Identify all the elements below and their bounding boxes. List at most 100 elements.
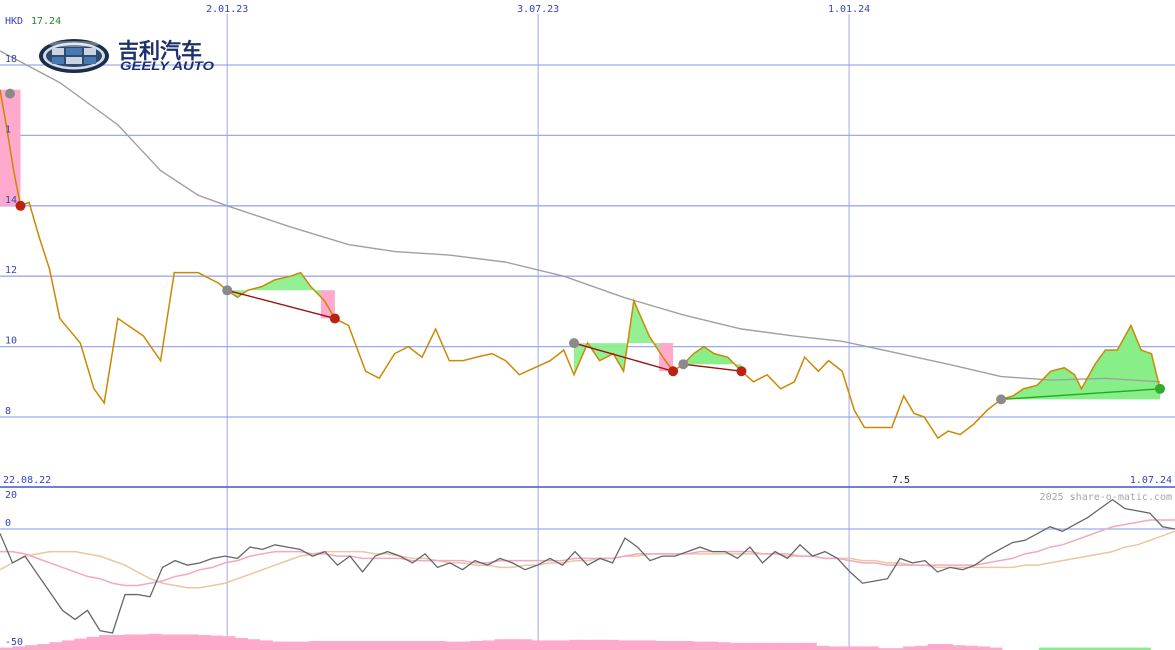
trend-start-marker [678, 359, 689, 370]
histogram-bar [136, 634, 150, 650]
histogram-bar [37, 644, 51, 650]
histogram-bar [754, 642, 768, 650]
histogram-bar [742, 642, 756, 650]
histogram-bar [915, 645, 929, 650]
trend-end-marker [668, 366, 679, 377]
histogram-bar [235, 638, 248, 650]
histogram-bar [952, 645, 966, 650]
x-tick-label: 1.01.24 [828, 4, 870, 15]
gain-loss-zones [0, 89, 1160, 400]
trend-start-marker [222, 285, 233, 296]
trend-start-marker [569, 338, 580, 349]
trend-start-marker [5, 88, 15, 99]
histogram-bar [494, 639, 508, 650]
histogram-bar [12, 646, 26, 650]
geely-logo: 吉利汽车 GEELY AUTO [39, 39, 215, 73]
histogram-bar [408, 641, 422, 650]
price-panel-grid [0, 14, 1175, 650]
price-line-layer [0, 89, 1161, 440]
histogram-bar [927, 644, 941, 650]
histogram-bar [346, 641, 360, 650]
histogram-bar [667, 641, 681, 650]
stock-chart: 8 10 12 14 1 18 2.01.23 3.07.23 1.01.24 吉利汽车 GEE… [0, 4, 1175, 650]
volume-label: 7.5 [892, 475, 910, 486]
range-labels: 22.08.22 7.5 1.07.24 2025 share-o-matic.… [3, 475, 1172, 503]
histogram-bar [556, 640, 570, 650]
histogram-bar [507, 639, 521, 650]
histogram-bar [49, 642, 63, 650]
histogram-bar [173, 634, 187, 650]
currency-label: HKD [5, 16, 23, 27]
oscillator-tick-label: 0 [5, 518, 11, 529]
histogram-bar [816, 645, 830, 650]
histogram-bar [222, 636, 236, 650]
histogram-bar [680, 641, 694, 650]
trend-end-marker [329, 313, 340, 324]
histogram-bar [247, 639, 261, 650]
gain-zone [574, 300, 674, 375]
histogram-bar [61, 640, 75, 650]
geely-emblem-icon [39, 39, 109, 73]
signal-slow-line [0, 530, 1175, 589]
histogram-bar [197, 635, 211, 650]
histogram-bar [729, 642, 743, 650]
histogram-bar [371, 641, 385, 650]
end-date: 1.07.24 [1130, 475, 1172, 486]
histogram-bar [457, 641, 471, 650]
logo-name-en: GEELY AUTO [120, 59, 215, 73]
histogram-bar [940, 644, 953, 650]
chart-header: HKD 17.24 [5, 16, 61, 27]
histogram-bar [902, 646, 916, 650]
y-tick-label: 8 [5, 406, 11, 417]
histogram-bar [259, 640, 273, 650]
histogram-bar [803, 642, 817, 650]
credit: 2025 share-o-matic.com [1040, 492, 1172, 503]
histogram-bar [309, 641, 323, 650]
histogram-bar [841, 646, 855, 650]
trend-end-marker [736, 366, 747, 377]
histogram-bar [210, 635, 224, 650]
signal-fast-line [0, 519, 1175, 587]
histogram-bar [98, 635, 112, 650]
histogram-bar [828, 646, 842, 650]
moving-average-layer [0, 50, 1161, 383]
oscillator-tick-label: -50 [5, 637, 23, 648]
histogram-bar [531, 640, 545, 650]
trend-end-marker [1155, 383, 1165, 394]
histogram-bar [284, 641, 298, 650]
start-date: 22.08.22 [3, 475, 51, 486]
momentum-histogram [0, 633, 1151, 650]
x-tick-label: 2.01.23 [206, 4, 248, 15]
trend-line-down [683, 363, 742, 372]
histogram-bar [643, 640, 657, 650]
histogram-bar [123, 634, 137, 650]
histogram-bar [470, 641, 483, 650]
histogram-bar [766, 642, 780, 650]
histogram-bar [321, 641, 335, 650]
histogram-bar [606, 639, 620, 650]
histogram-bar [964, 645, 978, 650]
histogram-bar [977, 646, 991, 650]
histogram-bar [86, 636, 100, 650]
histogram-bar [655, 641, 669, 650]
histogram-bar [185, 634, 199, 650]
histogram-bar [568, 639, 582, 650]
histogram-bar [333, 641, 347, 650]
trend-start-marker [996, 394, 1007, 405]
last-price: 17.24 [31, 16, 61, 27]
oscillator-tick-label: 20 [5, 490, 17, 501]
histogram-bar [705, 641, 718, 650]
histogram-bar [779, 642, 793, 650]
histogram-bar [482, 640, 496, 650]
histogram-bar [148, 633, 162, 650]
moving-average-line [0, 50, 1161, 383]
histogram-bar [791, 642, 805, 650]
price-line [0, 89, 1161, 440]
x-tick-label: 3.07.23 [517, 4, 559, 15]
histogram-bar [432, 641, 446, 650]
histogram-bar [111, 635, 125, 650]
histogram-bar [717, 642, 731, 650]
histogram-bar [272, 641, 286, 650]
y-tick-label: 14 [5, 195, 17, 206]
y-tick-label: 10 [5, 336, 17, 347]
